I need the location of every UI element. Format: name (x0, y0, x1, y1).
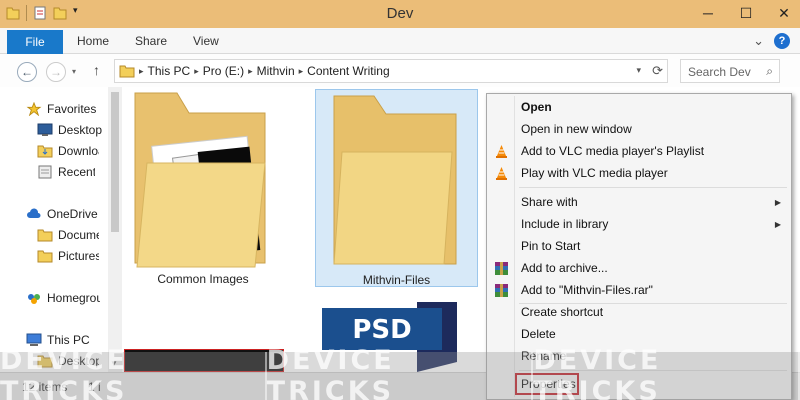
address-bar[interactable]: ▸ This PC ▸ Pro (E:) ▸ Mithvin ▸ Content… (114, 59, 668, 83)
submenu-arrow-icon: ▶ (774, 219, 781, 229)
menu-separator (519, 370, 787, 371)
menu-item-create-shortcut[interactable]: Create shortcut (489, 301, 789, 323)
folder-label: Common Images (157, 272, 249, 286)
menu-item-vlc-play[interactable]: Play with VLC media player (489, 162, 789, 184)
submenu-arrow-icon: ▶ (774, 197, 781, 207)
sidebar-item-desktop-pc[interactable]: Desktop (37, 351, 99, 371)
search-placeholder: Search Dev (688, 65, 751, 79)
menu-item-vlc-playlist[interactable]: Add to VLC media player's Playlist (489, 140, 789, 162)
sidebar-item-documents[interactable]: Documents (37, 225, 99, 245)
up-button[interactable]: ↑ (93, 62, 100, 78)
menu-item-share-with[interactable]: Share with ▶ (489, 191, 789, 213)
address-dropdown-icon[interactable]: ▾ (636, 65, 641, 76)
refresh-icon[interactable]: ⟳ (652, 63, 663, 79)
folder-tile-mithvin-files[interactable]: Mithvin-Files (315, 89, 478, 287)
close-button[interactable]: ✕ (772, 2, 796, 24)
breadcrumb-content-writing[interactable]: Content Writing (303, 64, 393, 78)
psd-file-icon: PSD (322, 302, 482, 372)
menu-item-delete[interactable]: Delete (489, 323, 789, 345)
menu-item-rename[interactable]: Rename (489, 345, 789, 367)
recent-icon (38, 165, 52, 179)
menu-item-pin-to-start[interactable]: Pin to Start (489, 235, 789, 257)
thumbnail-preview[interactable] (124, 349, 284, 372)
sidebar-item-pictures[interactable]: Pictures (37, 246, 99, 266)
address-row: ← → ▾ ↑ ▸ This PC ▸ Pro (E:) ▸ Mithvin ▸… (0, 54, 800, 87)
tab-file[interactable]: File (7, 30, 63, 54)
winrar-icon (495, 284, 508, 297)
sidebar-item-label: OneDrive (47, 207, 98, 221)
menu-item-properties[interactable]: Properties (515, 373, 579, 395)
sidebar-item-label: Homegroup (47, 291, 100, 305)
star-icon (26, 102, 42, 116)
search-icon: ⌕ (766, 64, 773, 78)
downloads-icon (37, 145, 53, 158)
tab-share[interactable]: Share (135, 34, 167, 48)
menu-item-open[interactable]: Open (489, 96, 789, 118)
minimize-button[interactable]: ─ (696, 2, 720, 24)
ribbon: File Home Share View ⌄ ? (0, 28, 800, 54)
expand-ribbon-icon[interactable]: ⌄ (753, 33, 764, 49)
back-button[interactable]: ← (17, 62, 37, 82)
desktop-icon (37, 123, 53, 136)
tab-home[interactable]: Home (77, 34, 109, 48)
breadcrumb-drive[interactable]: Pro (E:) (199, 64, 248, 78)
sidebar-item-downloads[interactable]: Downloads (37, 141, 99, 161)
breadcrumb-mithvin[interactable]: Mithvin (253, 64, 299, 78)
search-input[interactable]: Search Dev ⌕ (680, 59, 780, 83)
vlc-icon (496, 167, 507, 180)
sidebar-item-label: Pictures (58, 249, 99, 263)
navigation-pane: Favorites Desktop Downloads Recent place… (0, 87, 122, 372)
help-icon[interactable]: ? (774, 33, 790, 49)
navigation-scrollbar[interactable]: ▼ (108, 87, 122, 372)
menu-separator (519, 187, 787, 188)
sidebar-item-label: Downloads (58, 144, 99, 158)
folder-icon (37, 250, 53, 263)
sidebar-item-label: Favorites (47, 102, 97, 116)
folder-icon (119, 65, 135, 78)
folder-icon (134, 92, 266, 268)
sidebar-item-label: Desktop (58, 354, 99, 368)
forward-button[interactable]: → (46, 62, 66, 82)
homegroup-icon (28, 294, 40, 304)
tab-view[interactable]: View (193, 34, 219, 48)
menu-item-add-to-rar[interactable]: Add to "Mithvin-Files.rar" (489, 279, 789, 301)
context-menu: Open Open in new window Add to VLC media… (486, 93, 792, 400)
menu-item-add-to-archive[interactable]: Add to archive... (489, 257, 789, 279)
folder-icon (37, 229, 53, 242)
sidebar-item-homegroup[interactable]: Homegroup (26, 288, 100, 308)
menu-item-include-in-library[interactable]: Include in library ▶ (489, 213, 789, 235)
title-bar: ▾ Dev ─ ☐ ✕ (0, 0, 800, 28)
computer-icon (26, 333, 42, 346)
menu-item-open-new-window[interactable]: Open in new window (489, 118, 789, 140)
scrollbar-thumb[interactable] (111, 92, 119, 232)
sidebar-item-label: Desktop (58, 123, 103, 137)
sidebar-item-label: Documents (58, 228, 99, 242)
maximize-button[interactable]: ☐ (734, 2, 758, 24)
sidebar-item-label: This PC (47, 333, 90, 347)
window-title: Dev (386, 5, 414, 22)
item-count: 12 items (22, 380, 68, 394)
folder-icon (37, 355, 53, 368)
recent-locations-icon[interactable]: ▾ (72, 67, 76, 76)
sidebar-item-label: Recent places (58, 165, 95, 179)
winrar-icon (495, 262, 508, 275)
selection-count: 1 i (88, 380, 101, 394)
vlc-icon (496, 145, 507, 158)
psd-label: PSD (352, 315, 411, 345)
scroll-down-icon[interactable]: ▼ (110, 359, 118, 368)
cloud-icon (27, 208, 41, 218)
folder-label: Mithvin-Files (362, 273, 431, 287)
breadcrumb-this-pc[interactable]: This PC (144, 64, 195, 78)
file-tile-psd[interactable]: PSD (322, 302, 482, 372)
folder-icon (333, 95, 457, 265)
sidebar-item-recent[interactable]: Recent places (37, 162, 95, 182)
folder-tile-common-images[interactable]: Common Images (125, 89, 281, 289)
